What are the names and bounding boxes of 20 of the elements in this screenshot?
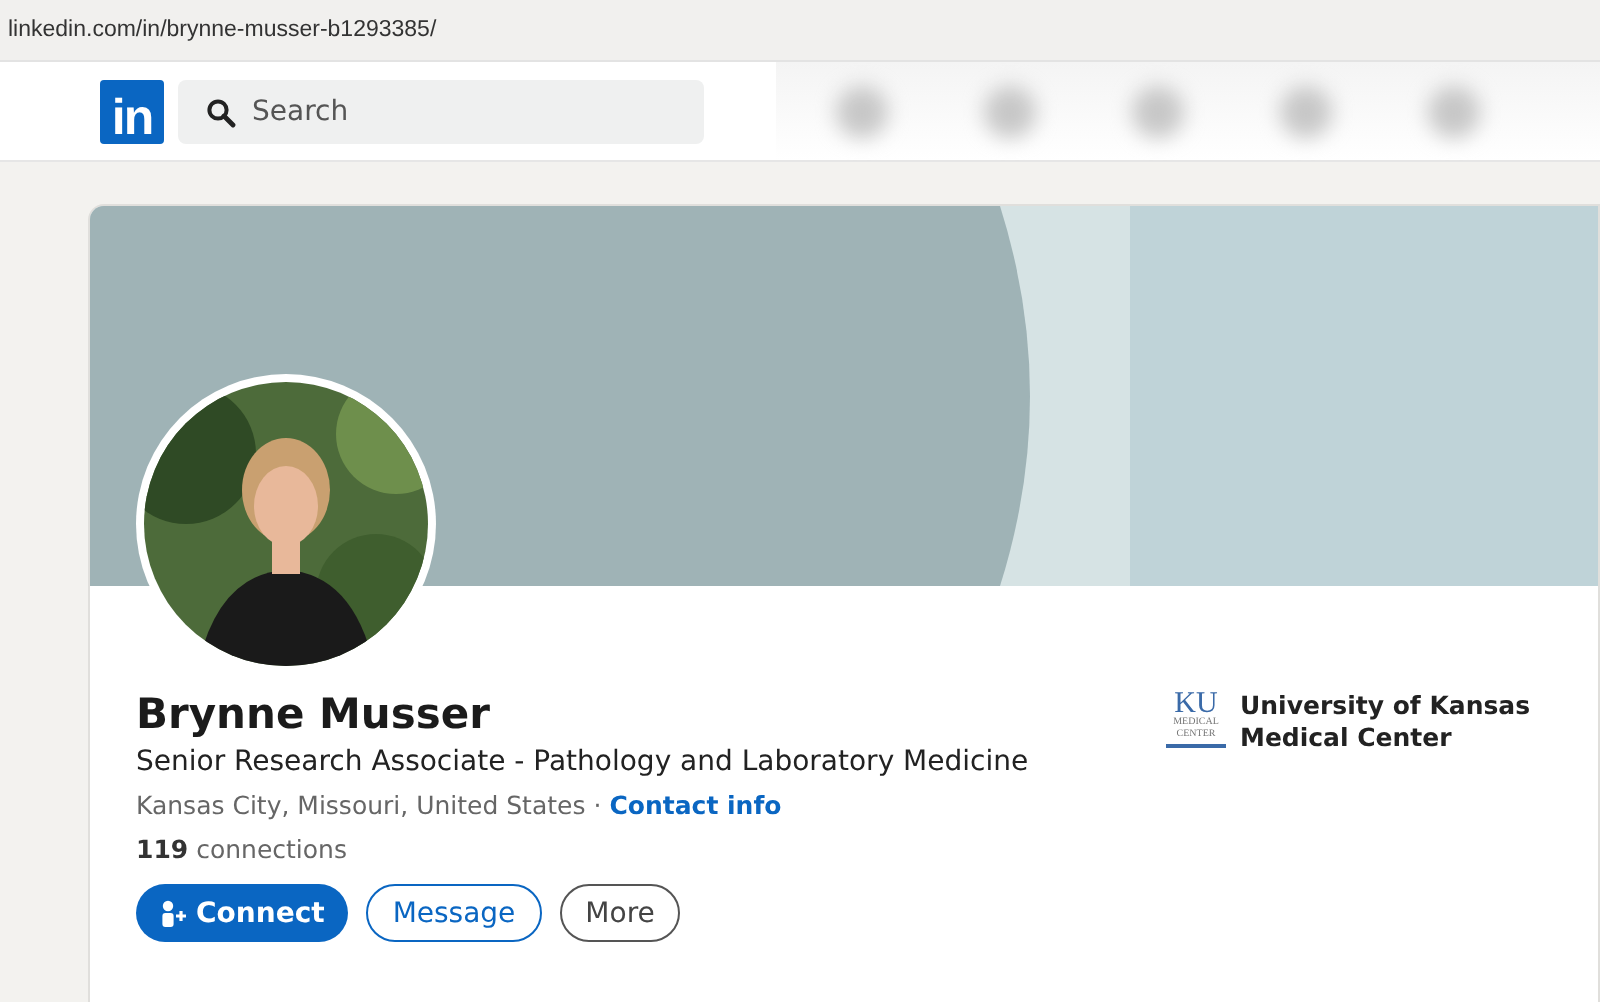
location-text: Kansas City, Missouri, United States [136, 790, 586, 820]
linkedin-logo[interactable]: in [100, 79, 164, 143]
nav-icon[interactable] [836, 85, 888, 137]
profile-headline: Senior Research Associate - Pathology and Laboratory Medicine [136, 746, 1031, 778]
nav-icon[interactable] [984, 85, 1036, 137]
address-url[interactable]: linkedin.com/in/brynne-musser-b1293385/ [8, 18, 437, 42]
more-button[interactable]: More [559, 884, 681, 942]
separator-dot: · [593, 790, 602, 820]
nav-icon[interactable] [1428, 85, 1480, 137]
connections-count: 119 connections [136, 834, 347, 864]
message-button[interactable]: Message [366, 884, 542, 942]
connect-button[interactable]: Connect [136, 884, 349, 942]
nav-icon[interactable] [1132, 85, 1184, 137]
search-icon [206, 97, 236, 127]
add-person-icon [160, 899, 188, 927]
nav-icon[interactable] [1280, 85, 1332, 137]
education-name[interactable]: University of Kansas Medical Center [1240, 690, 1596, 754]
profile-name: Brynne Musser [136, 690, 492, 738]
contact-info-link[interactable]: Contact info [609, 790, 782, 820]
search-field[interactable]: Search [178, 79, 704, 143]
